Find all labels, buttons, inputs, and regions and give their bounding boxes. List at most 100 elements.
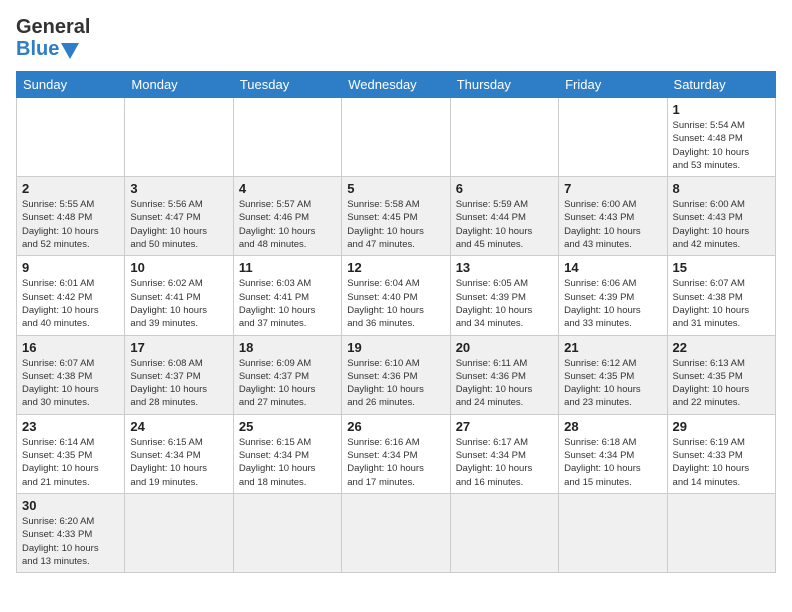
triangle-icon — [61, 43, 79, 59]
calendar-cell: 4 Sunrise: 5:57 AM Sunset: 4:46 PM Daylig… — [233, 177, 341, 256]
calendar-cell — [17, 98, 125, 177]
day-info: Sunrise: 6:14 AM Sunset: 4:35 PM Dayligh… — [22, 436, 119, 489]
day-number: 8 — [673, 181, 770, 196]
day-info: Sunrise: 5:54 AM Sunset: 4:48 PM Dayligh… — [673, 119, 770, 172]
calendar-cell: 13 Sunrise: 6:05 AM Sunset: 4:39 PM Dayli… — [450, 256, 558, 335]
calendar-cell — [233, 98, 341, 177]
day-number: 5 — [347, 181, 444, 196]
day-info: Sunrise: 6:11 AM Sunset: 4:36 PM Dayligh… — [456, 357, 553, 410]
day-info: Sunrise: 5:58 AM Sunset: 4:45 PM Dayligh… — [347, 198, 444, 251]
calendar-cell — [125, 98, 233, 177]
calendar-cell: 8 Sunrise: 6:00 AM Sunset: 4:43 PM Daylig… — [667, 177, 775, 256]
day-number: 28 — [564, 419, 661, 434]
weekday-header-wednesday: Wednesday — [342, 72, 450, 98]
day-number: 29 — [673, 419, 770, 434]
weekday-header-sunday: Sunday — [17, 72, 125, 98]
day-info: Sunrise: 5:55 AM Sunset: 4:48 PM Dayligh… — [22, 198, 119, 251]
day-info: Sunrise: 6:07 AM Sunset: 4:38 PM Dayligh… — [22, 357, 119, 410]
day-number: 18 — [239, 340, 336, 355]
calendar-cell: 2 Sunrise: 5:55 AM Sunset: 4:48 PM Daylig… — [17, 177, 125, 256]
day-info: Sunrise: 6:08 AM Sunset: 4:37 PM Dayligh… — [130, 357, 227, 410]
calendar-cell: 30 Sunrise: 6:20 AM Sunset: 4:33 PM Dayli… — [17, 493, 125, 572]
day-info: Sunrise: 6:12 AM Sunset: 4:35 PM Dayligh… — [564, 357, 661, 410]
day-info: Sunrise: 6:13 AM Sunset: 4:35 PM Dayligh… — [673, 357, 770, 410]
day-info: Sunrise: 6:09 AM Sunset: 4:37 PM Dayligh… — [239, 357, 336, 410]
day-info: Sunrise: 6:05 AM Sunset: 4:39 PM Dayligh… — [456, 277, 553, 330]
calendar-week-row: 1Sunrise: 5:54 AM Sunset: 4:48 PM Daylig… — [17, 98, 776, 177]
calendar-cell: 22Sunrise: 6:13 AM Sunset: 4:35 PM Dayli… — [667, 335, 775, 414]
day-number: 21 — [564, 340, 661, 355]
day-info: Sunrise: 6:19 AM Sunset: 4:33 PM Dayligh… — [673, 436, 770, 489]
day-info: Sunrise: 6:17 AM Sunset: 4:34 PM Dayligh… — [456, 436, 553, 489]
day-number: 9 — [22, 260, 119, 275]
day-number: 11 — [239, 260, 336, 275]
day-info: Sunrise: 6:00 AM Sunset: 4:43 PM Dayligh… — [673, 198, 770, 251]
calendar-cell: 29 Sunrise: 6:19 AM Sunset: 4:33 PM Dayli… — [667, 414, 775, 493]
day-info: Sunrise: 6:01 AM Sunset: 4:42 PM Dayligh… — [22, 277, 119, 330]
weekday-header-monday: Monday — [125, 72, 233, 98]
day-number: 19 — [347, 340, 444, 355]
day-info: Sunrise: 6:20 AM Sunset: 4:33 PM Dayligh… — [22, 515, 119, 568]
calendar-week-row: 16 Sunrise: 6:07 AM Sunset: 4:38 PM Dayli… — [17, 335, 776, 414]
day-number: 7 — [564, 181, 661, 196]
day-info: Sunrise: 6:04 AM Sunset: 4:40 PM Dayligh… — [347, 277, 444, 330]
day-info: Sunrise: 6:06 AM Sunset: 4:39 PM Dayligh… — [564, 277, 661, 330]
day-info: Sunrise: 6:03 AM Sunset: 4:41 PM Dayligh… — [239, 277, 336, 330]
calendar-cell: 11 Sunrise: 6:03 AM Sunset: 4:41 PM Dayli… — [233, 256, 341, 335]
calendar-cell — [450, 493, 558, 572]
calendar-cell: 19Sunrise: 6:10 AM Sunset: 4:36 PM Dayli… — [342, 335, 450, 414]
day-number: 3 — [130, 181, 227, 196]
day-info: Sunrise: 6:02 AM Sunset: 4:41 PM Dayligh… — [130, 277, 227, 330]
calendar-cell: 23 Sunrise: 6:14 AM Sunset: 4:35 PM Dayli… — [17, 414, 125, 493]
calendar-cell: 24Sunrise: 6:15 AM Sunset: 4:34 PM Dayli… — [125, 414, 233, 493]
calendar-cell: 17Sunrise: 6:08 AM Sunset: 4:37 PM Dayli… — [125, 335, 233, 414]
weekday-header-saturday: Saturday — [667, 72, 775, 98]
calendar-cell: 20 Sunrise: 6:11 AM Sunset: 4:36 PM Dayli… — [450, 335, 558, 414]
day-number: 2 — [22, 181, 119, 196]
day-info: Sunrise: 6:00 AM Sunset: 4:43 PM Dayligh… — [564, 198, 661, 251]
calendar-cell: 6 Sunrise: 5:59 AM Sunset: 4:44 PM Daylig… — [450, 177, 558, 256]
calendar-cell — [559, 98, 667, 177]
calendar-week-row: 30 Sunrise: 6:20 AM Sunset: 4:33 PM Dayli… — [17, 493, 776, 572]
day-number: 26 — [347, 419, 444, 434]
day-info: Sunrise: 5:59 AM Sunset: 4:44 PM Dayligh… — [456, 198, 553, 251]
day-number: 12 — [347, 260, 444, 275]
calendar-cell: 21 Sunrise: 6:12 AM Sunset: 4:35 PM Dayli… — [559, 335, 667, 414]
day-number: 16 — [22, 340, 119, 355]
calendar-week-row: 2 Sunrise: 5:55 AM Sunset: 4:48 PM Daylig… — [17, 177, 776, 256]
calendar-cell: 3Sunrise: 5:56 AM Sunset: 4:47 PM Daylig… — [125, 177, 233, 256]
calendar-cell — [450, 98, 558, 177]
calendar-cell: 9 Sunrise: 6:01 AM Sunset: 4:42 PM Daylig… — [17, 256, 125, 335]
calendar-cell: 7 Sunrise: 6:00 AM Sunset: 4:43 PM Daylig… — [559, 177, 667, 256]
calendar-cell: 28 Sunrise: 6:18 AM Sunset: 4:34 PM Dayli… — [559, 414, 667, 493]
day-number: 15 — [673, 260, 770, 275]
calendar-cell — [125, 493, 233, 572]
day-number: 27 — [456, 419, 553, 434]
day-number: 4 — [239, 181, 336, 196]
day-info: Sunrise: 6:07 AM Sunset: 4:38 PM Dayligh… — [673, 277, 770, 330]
calendar-cell: 18 Sunrise: 6:09 AM Sunset: 4:37 PM Dayli… — [233, 335, 341, 414]
day-number: 14 — [564, 260, 661, 275]
day-number: 6 — [456, 181, 553, 196]
day-number: 13 — [456, 260, 553, 275]
day-number: 30 — [22, 498, 119, 513]
day-number: 20 — [456, 340, 553, 355]
calendar-cell: 5 Sunrise: 5:58 AM Sunset: 4:45 PM Daylig… — [342, 177, 450, 256]
weekday-header-row: SundayMondayTuesdayWednesdayThursdayFrid… — [17, 72, 776, 98]
calendar-table: SundayMondayTuesdayWednesdayThursdayFrid… — [16, 71, 776, 573]
day-info: Sunrise: 6:15 AM Sunset: 4:34 PM Dayligh… — [239, 436, 336, 489]
calendar-cell: 1Sunrise: 5:54 AM Sunset: 4:48 PM Daylig… — [667, 98, 775, 177]
calendar-cell — [342, 493, 450, 572]
logo: General Blue — [16, 16, 90, 61]
weekday-header-thursday: Thursday — [450, 72, 558, 98]
calendar-week-row: 9 Sunrise: 6:01 AM Sunset: 4:42 PM Daylig… — [17, 256, 776, 335]
day-info: Sunrise: 5:57 AM Sunset: 4:46 PM Dayligh… — [239, 198, 336, 251]
day-number: 23 — [22, 419, 119, 434]
calendar-cell: 10Sunrise: 6:02 AM Sunset: 4:41 PM Dayli… — [125, 256, 233, 335]
calendar-cell: 15 Sunrise: 6:07 AM Sunset: 4:38 PM Dayli… — [667, 256, 775, 335]
day-info: Sunrise: 6:18 AM Sunset: 4:34 PM Dayligh… — [564, 436, 661, 489]
calendar-cell: 16 Sunrise: 6:07 AM Sunset: 4:38 PM Dayli… — [17, 335, 125, 414]
calendar-cell: 12 Sunrise: 6:04 AM Sunset: 4:40 PM Dayli… — [342, 256, 450, 335]
calendar-cell — [667, 493, 775, 572]
calendar-cell: 25Sunrise: 6:15 AM Sunset: 4:34 PM Dayli… — [233, 414, 341, 493]
